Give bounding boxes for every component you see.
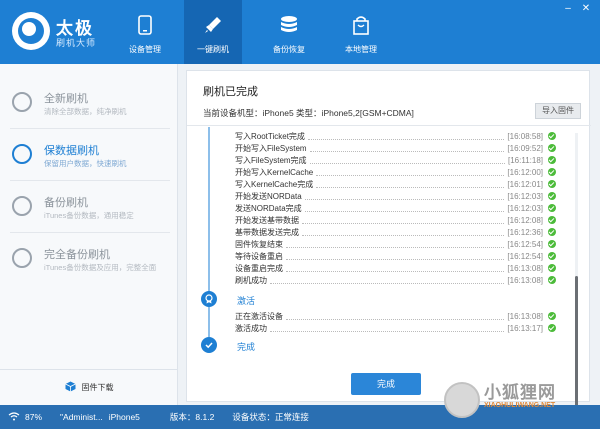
sidebar-item-backup-flash[interactable]: 备份刷机 iTunes备份数据，通用稳定 — [0, 182, 178, 230]
log-row: 写入RootTicket完成 [16:08:58] — [235, 132, 543, 141]
close-icon[interactable]: ✕ — [580, 4, 592, 14]
brand-subtitle: 刷机大师 — [56, 38, 97, 48]
minimize-icon[interactable]: – — [562, 4, 574, 14]
device-status: 设备状态：正常连接 — [232, 412, 309, 422]
user-name: "Administ... — [60, 412, 103, 422]
log-row: 正在激活设备 [16:13:08] — [235, 312, 543, 321]
nav-backup-restore[interactable]: 备份恢复 — [260, 0, 318, 64]
watermark-text: 小狐狸网 — [484, 383, 556, 402]
sidebar-item-subtitle: 保留用户数据，快速刷机 — [44, 159, 127, 168]
log-row: 写入FileSystem完成 [16:11:18] — [235, 156, 543, 165]
check-icon — [548, 192, 556, 200]
firmware-download-label: 固件下载 — [81, 383, 114, 392]
log-row: 基带数据发送完成 [16:12:36] — [235, 228, 543, 237]
log-row: 开始写入FileSystem [16:09:52] — [235, 144, 543, 153]
zoom-level: 87% — [25, 412, 43, 422]
flash-panel: 刷机已完成 当前设备机型：iPhone5 类型：iPhone5,2[GSM+CD… — [186, 70, 591, 421]
check-icon — [548, 180, 556, 188]
sidebar-item-subtitle: 清除全部数据，纯净刷机 — [44, 107, 127, 116]
sidebar-item-full-backup-flash[interactable]: 完全备份刷机 iTunes备份数据及应用，完整全面 — [0, 234, 178, 282]
check-icon — [548, 240, 556, 248]
check-icon — [548, 216, 556, 224]
fox-logo-icon — [444, 382, 480, 418]
log-row: 开始发送基带数据 [16:12:08] — [235, 216, 543, 225]
box-icon — [64, 381, 76, 394]
sidebar-item-keep-data-flash[interactable]: 保数据刷机 保留用户数据，快速刷机 — [0, 130, 178, 178]
check-icon — [548, 324, 556, 332]
log-row: 开始发送NORData [16:12:03] — [235, 192, 543, 201]
stage-done-label: 完成 — [237, 342, 256, 352]
nav-label: 一键刷机 — [197, 45, 229, 54]
rocket-icon — [202, 14, 224, 36]
sidebar: 全新刷机 清除全部数据，纯净刷机 保数据刷机 保留用户数据，快速刷机 备份刷机 … — [0, 64, 178, 405]
sidebar-item-subtitle: iTunes备份数据及应用，完整全面 — [44, 263, 157, 272]
check-icon — [548, 252, 556, 260]
sidebar-item-title: 全新刷机 — [44, 93, 88, 105]
compass-icon — [12, 196, 32, 216]
log-row: 等待设备重启 [16:12:54] — [235, 252, 543, 261]
nav-label: 本地管理 — [345, 45, 377, 54]
log-row: 激活成功 [16:13:17] — [235, 324, 543, 333]
nav-label: 备份恢复 — [273, 45, 305, 54]
wifi-icon — [8, 411, 20, 423]
check-icon — [548, 168, 556, 176]
log-row: 固件恢复结束 [16:12:54] — [235, 240, 543, 249]
page-title: 刷机已完成 — [203, 86, 258, 98]
nav-label: 设备管理 — [129, 45, 161, 54]
log-row: 设备重启完成 [16:13:08] — [235, 264, 543, 273]
import-firmware-button[interactable]: 导入固件 — [535, 103, 581, 119]
check-icon — [548, 228, 556, 236]
check-circle-icon — [12, 144, 32, 164]
sidebar-item-title: 保数据刷机 — [44, 145, 99, 157]
sidebar-item-title: 完全备份刷机 — [44, 249, 110, 261]
log-row: 开始写入KernelCache [16:12:00] — [235, 168, 543, 177]
watermark-url: XIAOHULIWANG.NET — [484, 402, 556, 409]
bag-icon — [350, 14, 372, 36]
log-row: 刷机成功 [16:13:08] — [235, 276, 543, 285]
done-check-icon — [201, 337, 217, 353]
done-button[interactable]: 完成 — [351, 373, 421, 395]
stage-activate-label: 激活 — [237, 296, 256, 306]
check-icon — [548, 156, 556, 164]
app-logo — [12, 12, 50, 50]
check-icon — [548, 276, 556, 284]
nav-local-manage[interactable]: 本地管理 — [332, 0, 390, 64]
firmware-download-button[interactable]: 固件下载 — [0, 369, 178, 405]
badge-icon — [201, 291, 217, 307]
check-icon — [548, 264, 556, 272]
star-icon — [12, 92, 32, 112]
sidebar-item-title: 备份刷机 — [44, 197, 88, 209]
log-row: 发送NORData完成 [16:12:03] — [235, 204, 543, 213]
refresh-icon — [12, 248, 32, 268]
check-icon — [548, 312, 556, 320]
version-text: 版本：8.1.2 — [169, 412, 215, 422]
check-icon — [548, 204, 556, 212]
check-icon — [548, 132, 556, 140]
nav-device-manage[interactable]: 设备管理 — [116, 0, 174, 64]
device-info: 当前设备机型：iPhone5 类型：iPhone5,2[GSM+CDMA] — [203, 108, 414, 118]
sidebar-item-new-flash[interactable]: 全新刷机 清除全部数据，纯净刷机 — [0, 78, 178, 126]
watermark: 小狐狸网 XIAOHULIWANG.NET — [444, 378, 594, 422]
timeline-line — [208, 127, 210, 292]
top-bar: 太极 刷机大师 设备管理 一键刷机 备份恢复 本地管理 – ✕ — [0, 0, 600, 64]
database-icon — [278, 14, 300, 36]
nav-one-click-flash[interactable]: 一键刷机 — [184, 0, 242, 64]
phone-icon — [134, 14, 156, 36]
log-area: 写入RootTicket完成 [16:08:58] 开始写入FileSystem[… — [187, 127, 591, 357]
sidebar-item-subtitle: iTunes备份数据，通用稳定 — [44, 211, 134, 220]
log-row: 写入KernelCache完成 [16:12:01] — [235, 180, 543, 189]
check-icon — [548, 144, 556, 152]
device-name: iPhone5 — [108, 412, 140, 422]
